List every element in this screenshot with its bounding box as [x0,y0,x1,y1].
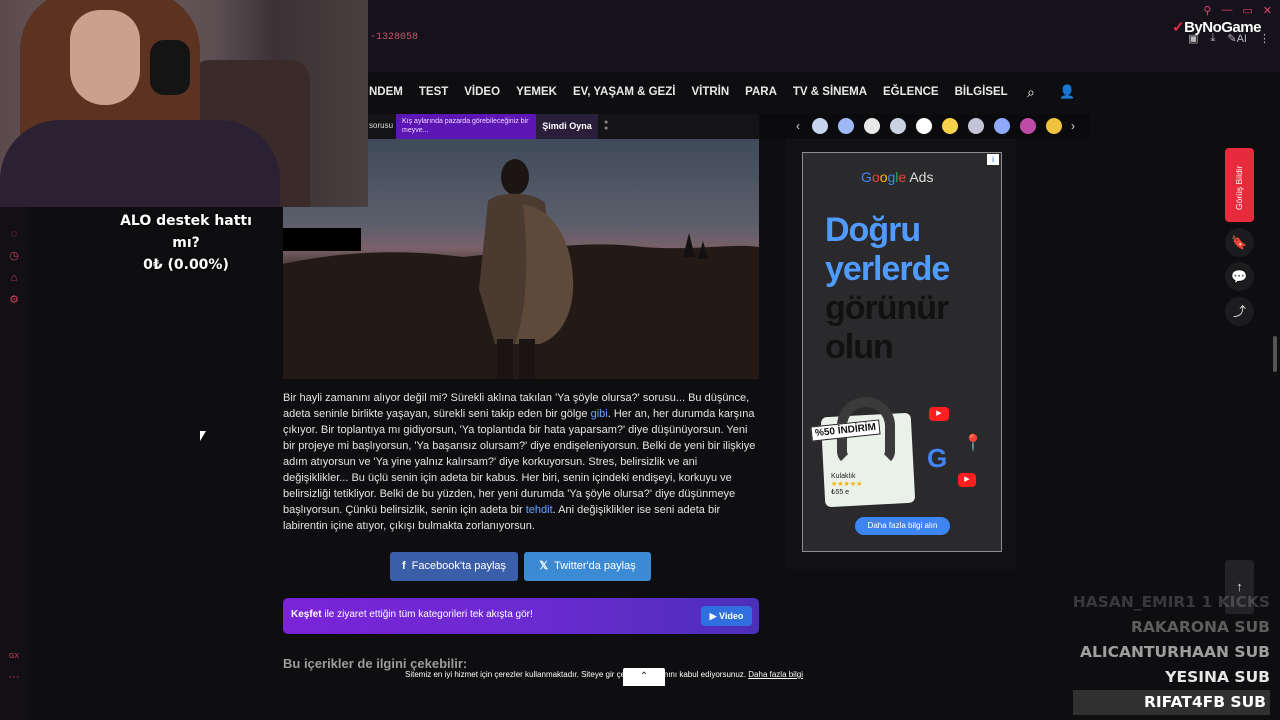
story-item[interactable] [1020,118,1036,134]
story-item[interactable] [812,118,828,134]
nav-item-ev-yasam-gezi[interactable]: EV, YAŞAM & GEZİ [573,86,675,98]
facebook-share-button[interactable]: f Facebook'ta paylaş [390,552,518,581]
story-item[interactable] [890,118,906,134]
cam-face [70,10,140,105]
ad-headline-dark: görünür olun [825,289,949,366]
sub-feed-row: RAKARONA SUB [1130,618,1270,636]
share-icon[interactable]: ⤴ [1225,297,1254,326]
bynogame-logo: ✓ByNoGame [1172,18,1261,36]
play-now-button[interactable]: Şimdi Oyna [536,114,598,139]
page-scrollbar[interactable] [1273,336,1277,372]
sub-feed-row: RIFAT4FB SUB [1072,690,1270,715]
promo-banner[interactable]: Kış aylarında pazarda görebileceğiniz bi… [396,114,536,139]
user-icon[interactable]: 👤 [1059,84,1075,100]
nav-item-yemek[interactable]: YEMEK [516,86,557,98]
nav-item-eglence[interactable]: EĞLENCE [883,86,939,98]
comments-icon[interactable]: 💬 [1225,262,1254,291]
feedback-label: Görüş Bildir [1234,165,1244,210]
messenger-icon[interactable]: ◌ [7,227,21,241]
address-bar-url[interactable]: -1328058 [370,32,418,43]
window-controls: ⚲ — ▭ ✕ [1203,4,1272,17]
site-navbar: NDEM TEST VİDEO YEMEK EV, YAŞAM & GEZİ V… [283,72,1280,114]
gx-label: GX [8,653,20,660]
explore-banner[interactable]: Keşfet ile ziyaret ettiğin tüm kategoril… [283,598,759,634]
bookmark-icon[interactable]: 🔖 [1225,228,1254,257]
article-text-2: . Her an, her durumda karşına çıkıyor. B… [283,408,756,516]
facebook-share-label: Facebook'ta paylaş [411,560,507,572]
nav-menu: NDEM TEST VİDEO YEMEK EV, YAŞAM & GEZİ V… [369,86,1008,98]
youtube-icon: ▶ [929,407,949,421]
promo-dots: ● ● [604,119,609,132]
story-item[interactable] [942,118,958,134]
explore-bold: Keşfet [291,609,322,620]
ad-cta-button[interactable]: Daha fazla bilgi alın [855,517,950,535]
twitter-share-label: Twitter'da paylaş [554,560,636,572]
sub-feed-row: YESINA SUB [1165,668,1270,686]
youtube-icon: ▶ [958,473,976,487]
chevron-up-icon[interactable]: ⌃ [623,668,665,686]
story-item[interactable] [864,118,880,134]
minimize-icon[interactable]: — [1221,4,1232,17]
story-item[interactable] [838,118,854,134]
cookie-text: Sitemiz en iyi hizmet için çerezler kull… [405,670,803,679]
twitter-share-button[interactable]: 𝕏 Twitter'da paylaş [524,552,651,581]
google-ads-banner[interactable]: i Google Ads Doğru yerlerde görünür olun %… [802,152,1002,552]
facebook-icon: f [401,560,406,572]
video-button-label: Video [719,611,744,621]
chevron-right-icon[interactable]: › [1071,119,1075,133]
chevron-left-icon[interactable]: ‹ [796,119,800,133]
info-icon[interactable]: i [987,154,999,165]
explore-text: Keşfet ile ziyaret ettiğin tüm kategoril… [291,609,533,620]
donation-goal: ALO destek hattı mı? 0₺ (0.00%) [108,210,264,276]
nav-item-test[interactable]: TEST [419,86,448,98]
donation-goal-title: ALO destek hattı mı? [120,213,252,251]
nav-item-tv-sinema[interactable]: TV & SİNEMA [793,86,867,98]
donation-goal-bar [283,228,361,251]
maximize-icon[interactable]: ▭ [1242,4,1252,17]
nav-item-vitrin[interactable]: VİTRİN [691,86,729,98]
mouse-cursor [200,431,206,441]
video-button[interactable]: ▶ Video [701,606,752,626]
logo-mark-icon: ✓ [1172,19,1185,36]
cam-body [0,120,280,207]
article-link-tehdit[interactable]: tehdit [526,504,553,516]
ad-headline-blue: Doğru yerlerde [825,211,950,288]
logo-name: ByNoGame [1184,19,1261,36]
sub-feed-row: HASAN_EMIR1 1 KICKS [1072,593,1270,611]
home-icon[interactable]: ⌂ [7,271,21,285]
google-icon: G [927,443,948,473]
gx-sidebar: ◌ ◷ ⌂ ⚙ GX ··· [0,207,28,720]
nav-item-gundem[interactable]: NDEM [369,86,403,98]
story-item[interactable] [968,118,984,134]
donation-goal-amount: 0₺ (0.00%) [143,257,229,273]
settings-icon[interactable]: ⚙ [7,293,21,307]
story-item[interactable] [916,118,932,134]
headset-icon [150,40,190,95]
story-strip: ‹ › [760,114,1090,139]
feedback-button[interactable]: Görüş Bildir [1225,148,1254,222]
nav-item-video[interactable]: VİDEO [464,86,500,98]
story-item[interactable] [994,118,1010,134]
article-paragraph: Bir hayli zamanını alıyor değil mi? Süre… [283,390,759,534]
search-icon[interactable]: ⚲ [1203,4,1211,17]
nav-item-para[interactable]: PARA [745,86,777,98]
article-link-gibi[interactable]: gibi [591,408,608,420]
sub-feed-row: ALICANTURHAAN SUB [1080,643,1270,661]
search-icon[interactable]: ⌕ [1027,84,1035,101]
explore-rest: ile ziyaret ettiğin tüm kategorileri tek… [321,609,533,620]
story-item[interactable] [1046,118,1062,134]
more-icon[interactable]: ··· [7,670,21,684]
maps-icon: 📍 [963,435,983,452]
nav-item-bilgisel[interactable]: BİLGİSEL [955,86,1008,98]
sub-feed: HASAN_EMIR1 1 KICKS RAKARONA SUB ALICANT… [1072,590,1270,715]
promo-left-text: sorusu [369,121,394,130]
close-icon[interactable]: ✕ [1263,4,1272,17]
ad-product-info: Kulaklık ★★★★★ ₺55 e [831,473,863,496]
history-icon[interactable]: ◷ [7,249,21,263]
cookie-more-link[interactable]: Daha fazla bilgi [748,670,803,679]
cookie-message: Sitemiz en iyi hizmet için çerezler kull… [405,670,747,679]
x-icon: 𝕏 [539,560,549,572]
google-ads-brand: Google Ads [861,169,934,185]
webcam-overlay [0,0,368,207]
